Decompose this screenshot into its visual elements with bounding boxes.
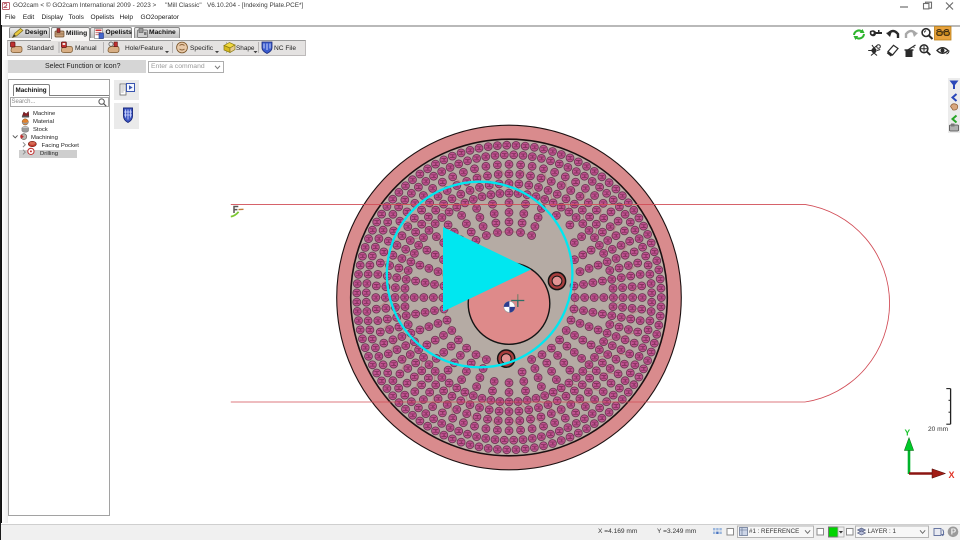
svg-text:X: X (949, 470, 955, 480)
svg-text:Y: Y (905, 428, 911, 438)
svg-text:P: P (951, 528, 957, 537)
svg-text:20 mm: 20 mm (928, 426, 949, 433)
